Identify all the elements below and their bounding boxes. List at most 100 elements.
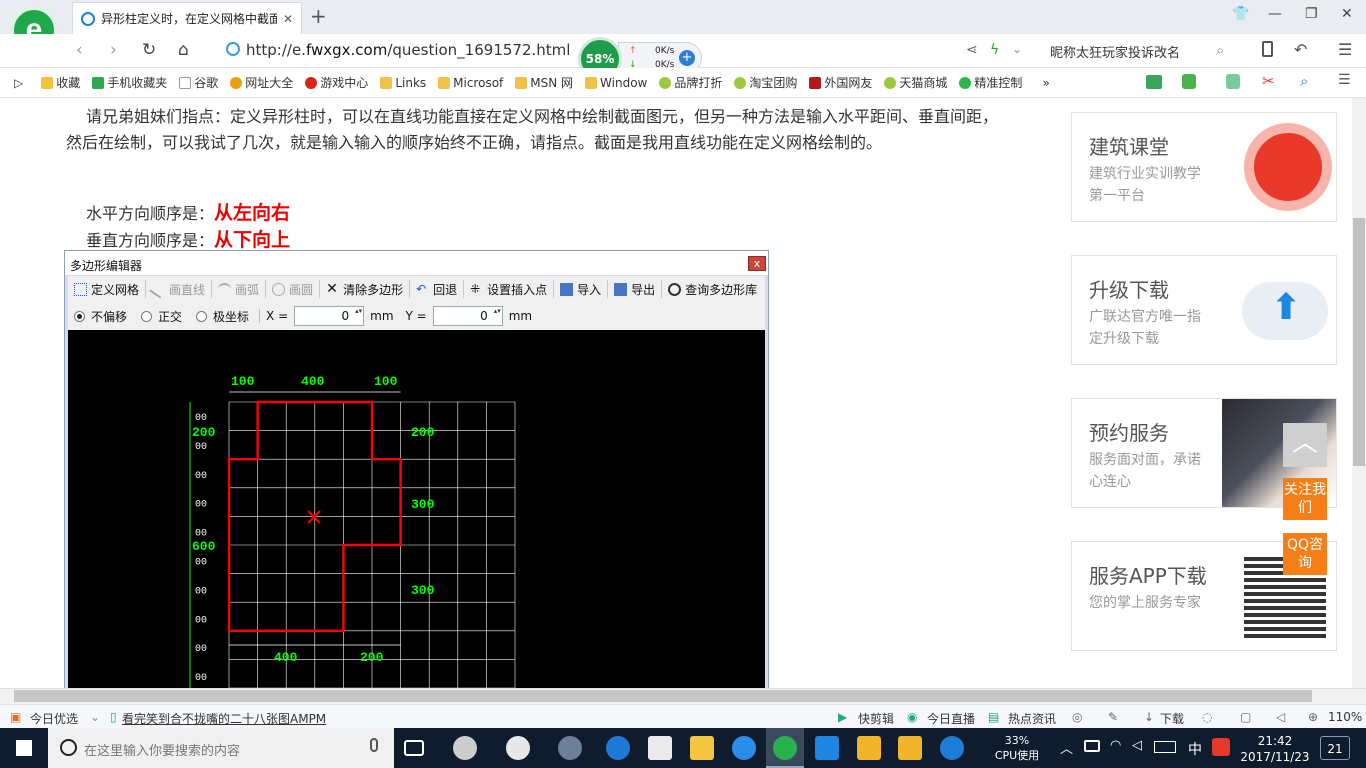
bookmark-label: 淘宝团购 [749,76,798,90]
hot-news-label[interactable]: 热点资讯 [1008,710,1056,727]
reader-icon[interactable] [1146,75,1162,89]
accelerate-icon[interactable]: + [679,50,695,66]
active-browser-task[interactable] [766,728,804,768]
news-label[interactable]: 今日优选 [30,710,78,727]
sidebar-toggle-icon[interactable]: ▷ [14,76,23,90]
taskbar-search-input[interactable]: 在这里输入你要搜索的内容 [48,728,394,768]
pinwheel-app-icon[interactable] [453,736,477,760]
zoom-level[interactable]: 110% [1328,710,1362,724]
vertical-scroll-thumb[interactable] [1353,218,1365,466]
mic-icon[interactable] [370,738,378,752]
clock[interactable]: 21:42 2017/11/23 [1238,733,1312,765]
bookmark-item[interactable]: 手机收藏夹 [92,74,167,91]
qq-consult-button[interactable]: QQ咨询 [1283,533,1327,575]
bookmark-item[interactable]: MSN 网 [515,74,573,91]
task-view-icon[interactable] [404,740,424,756]
bookmark-item[interactable]: 网址大全 [230,74,293,91]
close-window-button[interactable]: ✕ [1341,6,1353,22]
help-app-icon[interactable] [898,736,922,760]
tray-arrow-icon[interactable]: ︿ [1060,738,1073,757]
bookmark-item[interactable]: 外国网友 [809,74,872,91]
scissors-icon[interactable]: ✂ [1262,72,1275,90]
swirl-app-icon[interactable] [558,736,582,760]
store-icon[interactable] [648,736,672,760]
card-title: 服务APP下载 [1089,564,1207,588]
edge-icon[interactable] [606,736,630,760]
refresh-icon[interactable]: ↻ [142,40,156,60]
windows-start-icon[interactable] [16,740,32,756]
keyboard-icon[interactable] [1154,741,1176,753]
battery-icon[interactable] [1084,740,1100,752]
import-icon [560,282,574,296]
browser-e-icon[interactable] [506,736,530,760]
bookmark-item[interactable]: Microsof [438,76,503,90]
forward-icon[interactable]: › [110,40,117,60]
search-plugin-icon[interactable]: ⌕ [1300,72,1308,90]
plugin-menu-icon[interactable]: ☰ [1338,72,1351,88]
undo-icon[interactable]: ↶ [1294,40,1307,59]
horizontal-scroll-thumb[interactable] [14,690,1312,702]
bookmark-item[interactable]: 淘宝团购 [734,74,797,91]
toolbar-label: 回退 [433,282,458,297]
sound-icon[interactable]: ◁ [1276,710,1285,724]
ie-icon [81,11,95,26]
back-to-top-button[interactable]: ︿ [1283,423,1327,467]
ie-icon[interactable] [732,736,756,760]
wifi-icon[interactable]: ◠ [1110,738,1121,753]
shirt-skin-icon[interactable]: 👕 [1232,6,1249,22]
speed-icon[interactable]: ◎ [1072,710,1082,724]
follow-us-button[interactable]: 关注我们 [1283,478,1327,520]
notes-app-icon[interactable] [857,736,881,760]
chevron-down-icon[interactable]: ⌄ [90,710,100,724]
bookmark-label: 天猫商城 [899,76,948,90]
headline-link[interactable]: 看完笑到合不拢嘴的二十八张图AMPM [122,710,326,727]
search-icon[interactable]: ⌕ [1216,41,1224,59]
phone-icon[interactable] [1262,41,1273,57]
back-icon[interactable]: ‹ [76,40,83,60]
browser-tab[interactable]: 异形柱定义时，在定义网格中截面 ✕ [72,2,302,34]
bookmark-item[interactable]: 品牌打折 [659,74,722,91]
new-tab-button[interactable]: + [310,4,327,28]
tools-icon[interactable]: ✎ [1108,710,1118,724]
g-app-icon[interactable] [940,736,964,760]
minimize-button[interactable]: — [1268,6,1282,22]
shield-icon[interactable] [1182,74,1196,89]
bookmark-item[interactable]: 游戏中心 [305,74,368,91]
dim-top-label: 400 [301,374,325,389]
quick-edit-label[interactable]: 快剪辑 [858,710,894,727]
file-explorer-icon[interactable] [690,736,714,760]
sogou-icon[interactable] [1212,738,1230,756]
plus-app-icon[interactable] [815,736,839,760]
home-icon[interactable]: ⌂ [178,40,189,60]
share-icon[interactable]: ⋖ [966,42,978,58]
wechat-icon [959,76,972,89]
folder-icon [380,76,393,89]
bookmark-item[interactable]: 谷歌 [179,74,218,91]
notification-badge[interactable]: 21 [1320,736,1350,760]
chevron-down-icon[interactable]: ⌄ [1012,42,1022,56]
clean-icon[interactable]: ◌ [1202,710,1212,724]
maximize-button[interactable]: ❐ [1305,6,1318,22]
live-label[interactable]: 今日直播 [927,710,975,727]
sidebar-card-upgrade[interactable]: 升级下载 广联达官方唯一指定升级下载 ⬆ [1071,255,1337,365]
volume-icon[interactable]: ◁ [1132,738,1142,753]
tab-close-icon[interactable]: ✕ [283,12,293,26]
download-label[interactable]: 下载 [1160,710,1184,727]
url-input[interactable]: http://e.fwxgx.com/question_1691572.html [246,41,570,59]
export-icon [614,282,628,296]
bookmark-item[interactable]: 天猫商城 [884,74,947,91]
more-bookmarks-icon[interactable]: » [1042,76,1049,90]
ime-indicator[interactable]: 中 [1188,739,1202,759]
menu-icon[interactable]: ☰ [1338,40,1352,59]
lightning-icon[interactable]: ϟ [990,42,999,58]
bookmark-item[interactable]: 精准控制 [959,74,1022,91]
bookmark-item[interactable]: 收藏 [41,74,80,91]
row-mark: 00 [195,500,207,511]
sidebar-card-course[interactable]: 建筑课堂 建筑行业实训教学第一平台 [1071,112,1337,222]
window-icon[interactable]: ▢ [1240,710,1251,724]
cpu-usage[interactable]: 33% CPU使用 [992,733,1042,763]
grid-app-icon[interactable] [1226,74,1240,89]
bookmark-item[interactable]: Window [585,76,647,90]
search-input[interactable]: 昵称太狂玩家投诉改名 [1050,42,1180,61]
bookmark-item[interactable]: Links [380,76,426,90]
